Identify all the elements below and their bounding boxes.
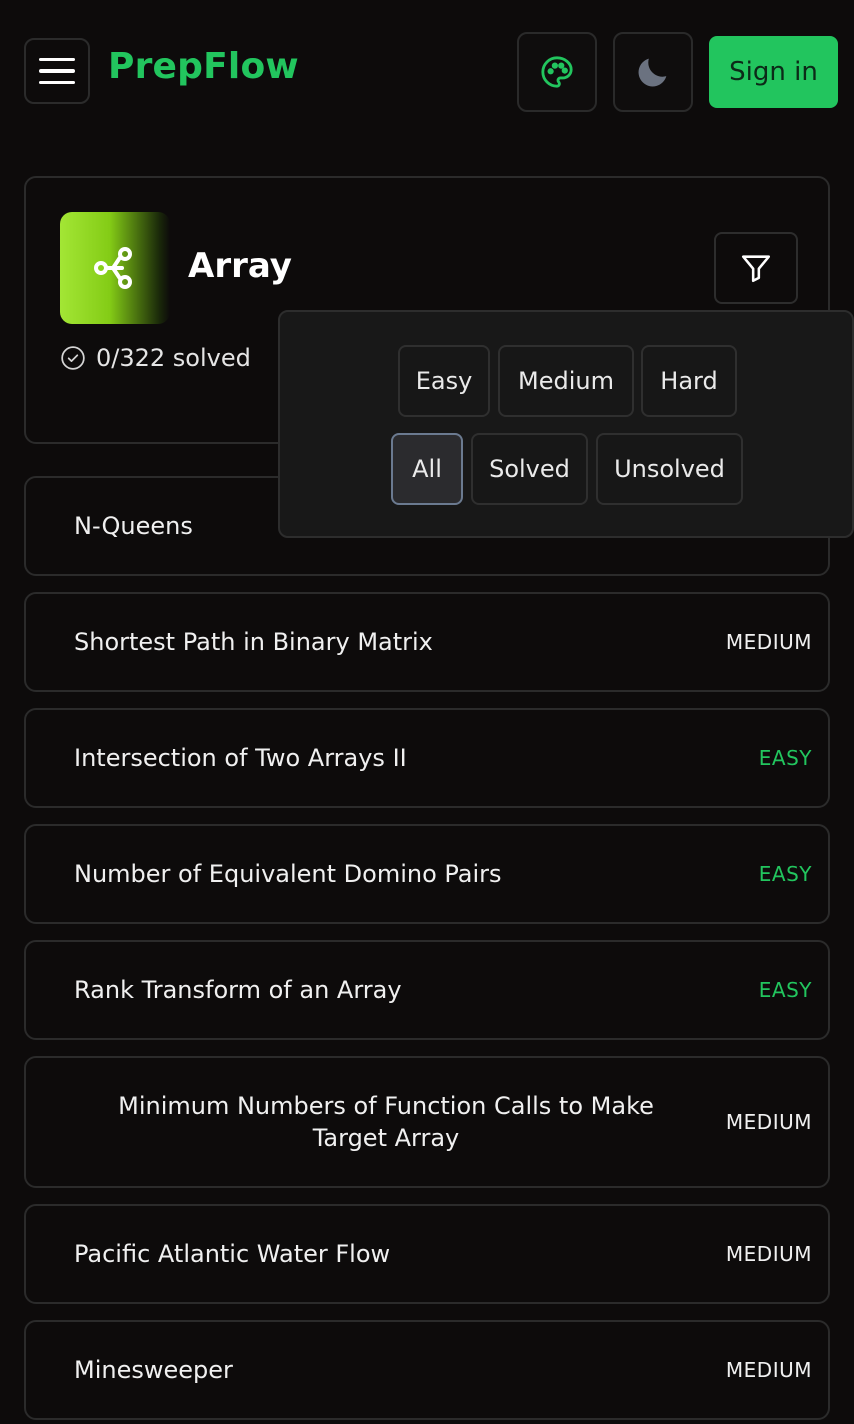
filter-chip-hard[interactable]: Hard bbox=[641, 345, 737, 417]
problem-row[interactable]: Intersection of Two Arrays II EASY bbox=[24, 708, 830, 808]
solved-progress: 0/322 solved bbox=[60, 344, 251, 372]
palette-icon bbox=[541, 56, 573, 88]
problem-title: Minesweeper bbox=[74, 1356, 233, 1384]
difficulty-badge: MEDIUM bbox=[725, 1242, 812, 1266]
problem-row[interactable]: Rank Transform of an Array EASY bbox=[24, 940, 830, 1040]
problem-row[interactable]: Shortest Path in Binary Matrix MEDIUM bbox=[24, 592, 830, 692]
menu-line bbox=[39, 80, 75, 85]
problem-title: Intersection of Two Arrays II bbox=[74, 744, 407, 772]
filter-chip-medium[interactable]: Medium bbox=[498, 345, 634, 417]
difficulty-badge: EASY bbox=[758, 862, 812, 886]
problem-title: Minimum Numbers of Function Calls to Mak… bbox=[118, 1092, 654, 1152]
filter-popover: Easy Medium Hard All Solved Unsolved bbox=[278, 310, 854, 538]
category-title: Array bbox=[188, 246, 292, 286]
menu-line bbox=[39, 69, 75, 73]
menu-button[interactable] bbox=[24, 38, 90, 104]
difficulty-badge: EASY bbox=[758, 746, 812, 770]
sign-in-button[interactable]: Sign in bbox=[709, 36, 838, 108]
difficulty-badge: EASY bbox=[758, 978, 812, 1002]
problem-row[interactable]: Minimum Numbers of Function Calls to Mak… bbox=[24, 1056, 830, 1188]
filter-chip-easy[interactable]: Easy bbox=[398, 345, 490, 417]
theme-toggle-button[interactable] bbox=[613, 32, 693, 112]
problem-title: Pacific Atlantic Water Flow bbox=[74, 1240, 391, 1268]
problem-title: N-Queens bbox=[74, 512, 193, 540]
problem-title: Rank Transform of an Array bbox=[74, 976, 402, 1004]
problem-title: Number of Equivalent Domino Pairs bbox=[74, 860, 502, 888]
filter-chip-unsolved[interactable]: Unsolved bbox=[596, 433, 743, 505]
check-circle-icon bbox=[61, 346, 85, 370]
solved-count: 0/322 solved bbox=[96, 344, 251, 372]
difficulty-badge: MEDIUM bbox=[725, 1358, 812, 1382]
brand-logo[interactable]: PrepFlow bbox=[108, 46, 299, 87]
category-icon-tile bbox=[60, 212, 170, 324]
filter-chip-solved[interactable]: Solved bbox=[471, 433, 588, 505]
moon-icon bbox=[638, 58, 667, 87]
difficulty-badge: MEDIUM bbox=[725, 630, 812, 654]
problem-row[interactable]: Minesweeper MEDIUM bbox=[24, 1320, 830, 1420]
filter-button[interactable] bbox=[714, 232, 798, 304]
palette-button[interactable] bbox=[517, 32, 597, 112]
problem-row[interactable]: Number of Equivalent Domino Pairs EASY bbox=[24, 824, 830, 924]
filter-chip-all[interactable]: All bbox=[391, 433, 463, 505]
difficulty-badge: MEDIUM bbox=[725, 1110, 812, 1134]
problem-row[interactable]: Pacific Atlantic Water Flow MEDIUM bbox=[24, 1204, 830, 1304]
share-nodes-icon bbox=[94, 247, 132, 289]
filter-funnel-icon bbox=[741, 255, 771, 283]
problem-title: Shortest Path in Binary Matrix bbox=[74, 628, 433, 656]
menu-line bbox=[39, 57, 75, 62]
